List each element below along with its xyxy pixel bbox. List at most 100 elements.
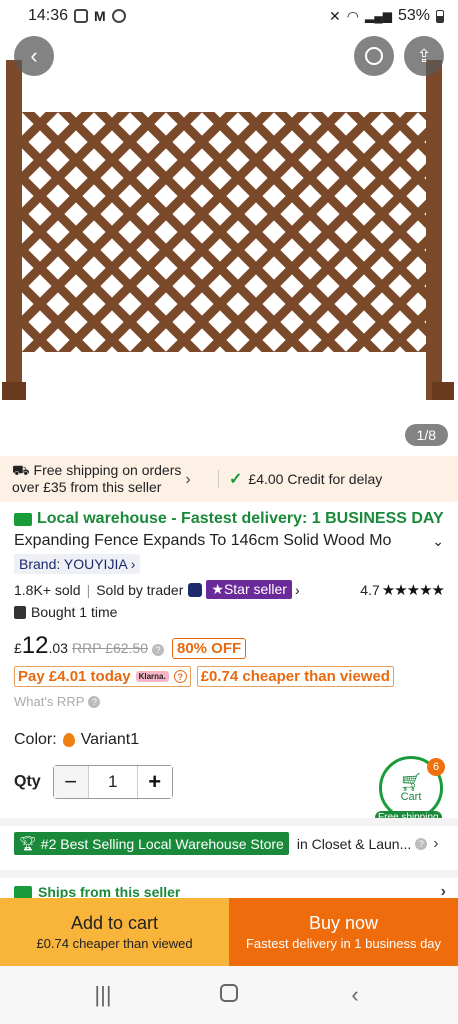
buy-now-subtext: Fastest delivery in 1 business day (245, 936, 442, 951)
truck-icon (14, 885, 32, 899)
separator: | (86, 581, 91, 598)
free-shipping-info[interactable]: ⛟ Free shipping on orders over £35 from … (12, 462, 208, 496)
chevron-right-icon: › (126, 556, 136, 572)
pay-today-text: Pay £4.01 today (18, 668, 131, 685)
trophy-icon: 🏆︎ (19, 835, 37, 851)
check-icon: ✓ (229, 471, 243, 488)
klarna-promo[interactable]: Pay £4.01 today Klarna. ? (14, 666, 191, 687)
credit-text: £4.00 Credit for delay (248, 471, 383, 487)
color-label: Color: (14, 731, 57, 748)
whats-rrp-text: What's RRP (14, 694, 85, 709)
cheaper-badge: £0.74 cheaper than viewed (196, 666, 394, 687)
credit-for-delay[interactable]: ✓ £4.00 Credit for delay (229, 469, 382, 489)
promo-row: Pay £4.01 today Klarna. ? £0.74 cheaper … (14, 666, 444, 687)
free-shipping-line1: Free shipping on orders (33, 462, 182, 478)
sold-by[interactable]: Sold by trader (96, 582, 183, 598)
star-seller-badge[interactable]: ★Star seller (206, 580, 292, 599)
bottom-action-bar: Add to cart £0.74 cheaper than viewed Bu… (0, 898, 458, 966)
quantity-stepper[interactable]: − 1 + (52, 765, 173, 799)
add-to-cart-label: Add to cart (70, 913, 159, 933)
chevron-left-icon: ‹ (30, 43, 38, 68)
price: £12.03 (14, 632, 68, 660)
best-selling-row[interactable]: 🏆︎ #2 Best Selling Local Warehouse Store… (14, 832, 446, 855)
whatsapp-icon (111, 9, 126, 23)
seller-logo-icon (188, 582, 203, 597)
help-icon[interactable]: ? (151, 644, 164, 656)
color-value: Variant1 (80, 731, 140, 748)
rating[interactable]: 4.7 ★★★★★ (360, 581, 445, 599)
system-nav-bar: ||| ‹ (0, 966, 458, 1024)
sold-count: 1.8K+ sold (14, 581, 81, 598)
seller-row: 1.8K+ sold | Sold by trader ★Star seller… (14, 580, 445, 599)
chevron-right-icon: › (185, 470, 191, 488)
star-seller-text: Star seller (223, 581, 287, 597)
whats-rrp-link[interactable]: What's RRP ? (14, 694, 444, 709)
color-selector[interactable]: Color: Variant1 (14, 731, 444, 749)
back-button[interactable]: ‹ (14, 36, 54, 76)
qty-label: Qty (14, 773, 41, 790)
divider (218, 470, 219, 488)
recent-apps-icon[interactable]: ||| (83, 982, 123, 1008)
rrp-price: RRP £62.50 (71, 640, 148, 656)
status-bar: 14:36 M ✕ ◠ ▂▄▆ 53% (0, 0, 458, 32)
section-divider (0, 818, 458, 826)
rating-stars: ★★★★★ (381, 581, 445, 599)
shipping-banner[interactable]: ⛟ Free shipping on orders over £35 from … (0, 456, 458, 502)
price-row: £12.03 RRP £62.50 ? 80% OFF (14, 632, 444, 660)
discount-badge: 80% OFF (171, 638, 247, 659)
chevron-right-icon: › (294, 581, 300, 598)
search-icon (365, 47, 383, 65)
truck-outline-icon: ⛟ (12, 462, 34, 478)
mute-icon: ✕ (329, 7, 341, 24)
minus-icon: − (64, 769, 78, 794)
brand-link[interactable]: Brand: YOUYIJIA › (14, 554, 141, 574)
gallery-icon (74, 9, 89, 23)
plus-icon: + (148, 769, 162, 794)
price-whole: 12 (21, 632, 49, 659)
add-to-cart-subtext: £0.74 cheaper than viewed (36, 936, 193, 951)
decrease-button[interactable]: − (53, 766, 88, 798)
product-title: Expanding Fence Expands To 146cm Solid W… (14, 532, 392, 549)
cart-count-badge: 6 (427, 758, 445, 776)
battery-level: 53% (397, 7, 430, 24)
home-icon[interactable] (209, 982, 249, 1008)
add-to-cart-button[interactable]: Add to cart £0.74 cheaper than viewed (0, 898, 229, 966)
status-time: 14:36 (28, 7, 69, 24)
price-fraction: .03 (48, 640, 68, 656)
bag-icon (14, 605, 26, 619)
gmail-icon: M (94, 8, 106, 24)
best-selling-category: in Closet & Laun... (296, 835, 412, 852)
share-icon: ⇪ (416, 45, 432, 66)
bought-count: Bought 1 time (14, 604, 444, 620)
buy-now-button[interactable]: Buy now Fastest delivery in 1 business d… (229, 898, 458, 966)
help-icon[interactable]: ? (173, 670, 187, 683)
best-selling-badge: 🏆︎ #2 Best Selling Local Warehouse Store (14, 832, 289, 855)
image-pager: 1/8 (404, 424, 448, 446)
klarna-logo: Klarna. (135, 671, 169, 682)
cheaper-text: £0.74 cheaper than viewed (200, 668, 390, 685)
back-icon[interactable]: ‹ (335, 982, 375, 1008)
color-swatch-icon (62, 733, 75, 747)
search-button[interactable] (354, 36, 394, 76)
rating-value: 4.7 (360, 581, 380, 598)
product-info: Local warehouse - Fastest delivery: 1 BU… (0, 502, 458, 799)
product-image[interactable]: ‹ ⇪ 1/8 (0, 32, 458, 456)
increase-button[interactable]: + (137, 766, 172, 798)
price-currency: £ (14, 640, 22, 656)
bought-text: Bought 1 time (31, 604, 118, 620)
quantity-value[interactable]: 1 (87, 766, 138, 798)
local-warehouse-text: Local warehouse - Fastest delivery: 1 BU… (37, 510, 444, 527)
section-divider (0, 870, 458, 878)
signal-icon: ▂▄▆ (365, 9, 392, 23)
help-icon[interactable]: ? (415, 837, 428, 850)
brand-text: Brand: YOUYIJIA (19, 556, 127, 572)
truck-icon (14, 512, 32, 526)
battery-icon (436, 9, 444, 23)
wifi-icon: ◠ (346, 7, 359, 24)
floating-cart-button[interactable]: 🛒︎ Cart 6 Free shipping (375, 756, 447, 824)
chevron-right-icon: › (433, 834, 439, 852)
title-row[interactable]: Expanding Fence Expands To 146cm Solid W… (14, 532, 444, 550)
share-button[interactable]: ⇪ (404, 36, 444, 76)
free-shipping-line2: over £35 from this seller (12, 479, 162, 495)
chevron-down-icon[interactable]: ⌄ (432, 533, 444, 550)
